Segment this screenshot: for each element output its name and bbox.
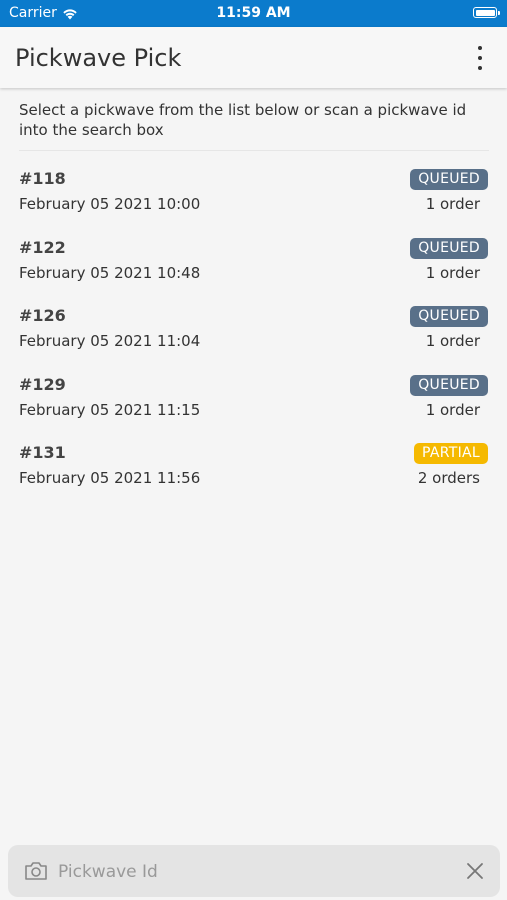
order-count: 1 order	[425, 400, 480, 419]
pickwave-id: #126	[19, 306, 66, 325]
pickwave-id-input[interactable]	[56, 855, 450, 889]
order-count: 2 orders	[417, 469, 480, 487]
app-bar: Pickwave Pick	[0, 27, 507, 88]
status-bar: Carrier 11:59 AM	[0, 0, 507, 27]
order-count: 1 order	[425, 263, 480, 282]
main-content: Select a pickwave from the list below or…	[0, 92, 507, 500]
status-badge: QUEUED	[410, 306, 488, 327]
pickwave-row[interactable]: #118 February 05 2021 10:00 QUEUED 1 ord…	[0, 157, 507, 226]
pickwave-id: #118	[19, 169, 66, 188]
page-title: Pickwave Pick	[15, 44, 182, 72]
status-badge: PARTIAL	[414, 443, 488, 464]
pickwave-row[interactable]: #126 February 05 2021 11:04 QUEUED 1 ord…	[0, 294, 507, 363]
pickwave-date: February 05 2021 10:48	[19, 263, 201, 282]
pickwave-date: February 05 2021 11:15	[19, 400, 201, 419]
pickwave-id: #131	[19, 443, 66, 462]
pickwave-id: #129	[19, 374, 66, 394]
more-vertical-icon[interactable]	[469, 46, 491, 70]
status-badge: QUEUED	[410, 374, 488, 396]
pickwave-date: February 05 2021 11:56	[19, 469, 201, 487]
pickwave-date: February 05 2021 10:00	[19, 195, 201, 213]
close-icon[interactable]	[464, 860, 486, 882]
pickwave-row[interactable]: #122 February 05 2021 10:48 QUEUED 1 ord…	[0, 226, 507, 295]
order-count: 1 order	[425, 195, 480, 213]
search-bar	[8, 845, 500, 897]
status-badge: QUEUED	[410, 169, 488, 190]
pickwave-id: #122	[19, 237, 66, 257]
status-badge: QUEUED	[410, 237, 488, 259]
order-count: 1 order	[425, 332, 480, 350]
instructions-text: Select a pickwave from the list below or…	[19, 100, 489, 151]
clock: 11:59 AM	[216, 5, 291, 21]
pickwave-row[interactable]: #129 February 05 2021 11:15 QUEUED 1 ord…	[0, 363, 507, 432]
pickwave-date: February 05 2021 11:04	[19, 332, 201, 350]
pickwave-list: #118 February 05 2021 10:00 QUEUED 1 ord…	[0, 157, 507, 500]
camera-icon[interactable]	[24, 860, 48, 882]
battery-icon	[473, 7, 500, 18]
pickwave-row[interactable]: #131 February 05 2021 11:56 PARTIAL 2 or…	[0, 431, 507, 500]
